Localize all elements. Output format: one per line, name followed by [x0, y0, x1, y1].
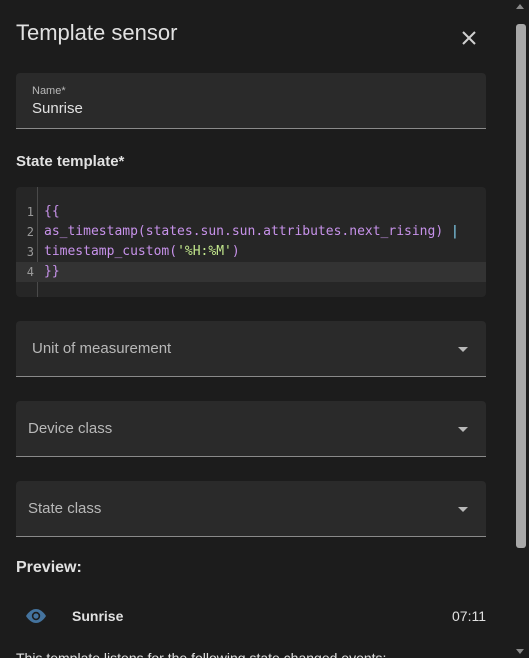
preview-entity-name: Sunrise [72, 608, 124, 624]
code-line-active: 4 }} [16, 262, 486, 282]
close-icon [462, 31, 476, 45]
close-button[interactable] [455, 24, 483, 52]
code-text: as_timestamp(states.sun.sun.attributes.n… [44, 222, 459, 242]
code-text: timestamp_custom('%H:%M') [44, 242, 240, 262]
code-line: 2 as_timestamp(states.sun.sun.attributes… [16, 222, 486, 242]
scrollbar[interactable] [511, 0, 529, 658]
name-field[interactable]: Name* Sunrise [16, 73, 486, 129]
code-text: }} [44, 264, 60, 279]
chevron-down-icon [458, 427, 468, 432]
scroll-up-arrow-icon[interactable] [516, 4, 524, 9]
unit-of-measurement-select[interactable]: Unit of measurement [16, 321, 486, 377]
preview-entity-row[interactable]: Sunrise 07:11 [16, 596, 486, 636]
template-sensor-dialog: Template sensor Name* Sunrise State temp… [0, 0, 529, 658]
eye-icon [26, 609, 46, 623]
code-pipe: | [451, 224, 459, 239]
preview-entity-value: 07:11 [452, 608, 486, 624]
listens-info-text: This template listens for the following … [16, 650, 387, 658]
chevron-down-icon [458, 507, 468, 512]
code-line: 1 {{ [16, 202, 486, 222]
state-class-select[interactable]: State class [16, 481, 486, 537]
code-expression: as_timestamp(states.sun.sun.attributes.n… [44, 224, 451, 239]
state-class-label: State class [28, 500, 102, 517]
device-class-select[interactable]: Device class [16, 401, 486, 457]
code-paren: ) [231, 244, 240, 259]
scrollbar-thumb[interactable] [516, 24, 526, 548]
code-string: '%H:%M' [177, 244, 232, 259]
unit-select-label: Unit of measurement [32, 340, 172, 357]
line-number: 2 [26, 225, 34, 239]
scroll-down-arrow-icon[interactable] [516, 649, 524, 654]
line-number: 4 [26, 265, 34, 279]
name-field-label: Name* [32, 85, 66, 97]
template-code-editor[interactable]: 1 {{ 2 as_timestamp(states.sun.sun.attri… [16, 187, 486, 297]
chevron-down-icon [458, 347, 468, 352]
dialog-title: Template sensor [16, 20, 178, 45]
code-function: timestamp_custom( [44, 244, 178, 259]
line-number: 1 [26, 205, 34, 219]
code-text: {{ [44, 204, 60, 219]
line-number: 3 [26, 245, 34, 259]
code-line: 3 timestamp_custom('%H:%M') [16, 242, 486, 262]
device-class-label: Device class [28, 420, 113, 437]
preview-label: Preview: [16, 559, 82, 576]
state-template-label: State template* [16, 153, 125, 170]
name-field-value[interactable]: Sunrise [32, 100, 83, 117]
